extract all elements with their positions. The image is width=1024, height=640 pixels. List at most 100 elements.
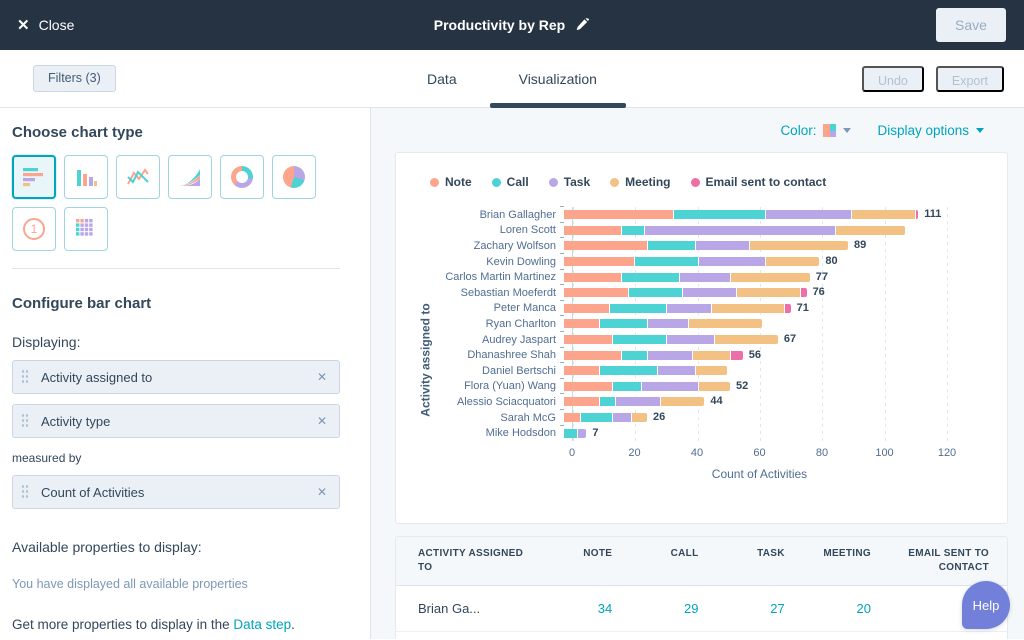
chart-type-donut[interactable] xyxy=(220,155,264,199)
bar-segment-call[interactable] xyxy=(634,257,698,266)
bar-segment-call[interactable] xyxy=(621,351,647,360)
legend-item[interactable]: Meeting xyxy=(610,175,670,189)
bar-segment-note[interactable] xyxy=(564,273,621,282)
bar-segment-meeting[interactable] xyxy=(835,226,905,235)
bar-segment-meeting[interactable] xyxy=(730,273,810,282)
stacked-bar[interactable]: 26 xyxy=(564,413,947,422)
bar-segment-call[interactable] xyxy=(599,397,615,406)
undo-button[interactable]: Undo xyxy=(862,66,924,92)
remove-chip-icon[interactable]: ✕ xyxy=(317,370,327,384)
bar-segment-task[interactable] xyxy=(647,319,688,328)
legend-item[interactable]: Call xyxy=(492,175,529,189)
legend-item[interactable]: Note xyxy=(430,175,472,189)
drag-handle-icon[interactable] xyxy=(21,484,29,500)
chart-type-vertical-bar[interactable] xyxy=(64,155,108,199)
chart-type-line[interactable] xyxy=(116,155,160,199)
bar-segment-task[interactable] xyxy=(647,351,692,360)
remove-chip-icon[interactable]: ✕ xyxy=(317,485,327,499)
color-dropdown[interactable]: Color: xyxy=(780,123,851,138)
bar-segment-task[interactable] xyxy=(679,273,730,282)
bar-segment-call[interactable] xyxy=(612,382,641,391)
bar-segment-task[interactable] xyxy=(666,335,714,344)
bar-segment-task[interactable] xyxy=(615,397,660,406)
bar-segment-meeting[interactable] xyxy=(711,304,784,313)
chart-type-kpi-number[interactable]: 1 xyxy=(12,207,56,251)
bar-segment-note[interactable] xyxy=(564,382,612,391)
bar-segment-task[interactable] xyxy=(666,304,711,313)
value-cell[interactable]: 7 xyxy=(630,632,716,639)
bar-segment-note[interactable] xyxy=(564,304,609,313)
bar-segment-call[interactable] xyxy=(564,429,577,438)
value-cell[interactable]: 27 xyxy=(717,586,803,631)
bar-segment-task[interactable] xyxy=(682,288,736,297)
stacked-bar[interactable] xyxy=(564,366,947,375)
bar-segment-meeting[interactable] xyxy=(698,382,730,391)
remove-chip-icon[interactable]: ✕ xyxy=(317,414,327,428)
bar-segment-call[interactable] xyxy=(612,335,666,344)
bar-segment-meeting[interactable] xyxy=(695,366,727,375)
bar-segment-meeting[interactable] xyxy=(688,319,761,328)
bar-segment-call[interactable] xyxy=(599,366,656,375)
bar-segment-meeting[interactable] xyxy=(749,241,848,250)
bar-segment-meeting[interactable] xyxy=(692,351,730,360)
chart-type-area[interactable] xyxy=(168,155,212,199)
bar-segment-email-sent-to-contact[interactable] xyxy=(784,304,790,313)
chart-type-horizontal-bar[interactable] xyxy=(12,155,56,199)
bar-segment-task[interactable] xyxy=(695,241,749,250)
bar-segment-note[interactable] xyxy=(564,366,599,375)
bar-segment-meeting[interactable] xyxy=(851,210,915,219)
stacked-bar[interactable]: 56 xyxy=(564,351,947,360)
bar-segment-task[interactable] xyxy=(657,366,695,375)
stacked-bar[interactable]: 7 xyxy=(564,429,947,438)
legend-item[interactable]: Email sent to contact xyxy=(691,175,827,189)
bar-segment-note[interactable] xyxy=(564,351,621,360)
bar-segment-call[interactable] xyxy=(628,288,682,297)
bar-segment-task[interactable] xyxy=(698,257,765,266)
stacked-bar[interactable]: 71 xyxy=(564,304,947,313)
measure-chip-count-of-activities[interactable]: Count of Activities ✕ xyxy=(12,475,340,509)
bar-segment-call[interactable] xyxy=(580,413,612,422)
filters-button[interactable]: Filters (3) xyxy=(33,65,116,92)
edit-title-icon[interactable] xyxy=(575,18,590,33)
bar-segment-call[interactable] xyxy=(599,319,647,328)
bar-segment-call[interactable] xyxy=(621,226,643,235)
bar-segment-task[interactable] xyxy=(577,429,587,438)
bar-segment-note[interactable] xyxy=(564,226,621,235)
bar-segment-email-sent-to-contact[interactable] xyxy=(800,288,806,297)
value-cell[interactable]: 34 xyxy=(544,586,630,631)
bar-segment-note[interactable] xyxy=(564,288,628,297)
bar-segment-note[interactable] xyxy=(564,319,599,328)
save-button[interactable]: Save xyxy=(936,8,1006,42)
value-cell[interactable]: 29 xyxy=(630,586,716,631)
tab-visualization[interactable]: Visualization xyxy=(490,50,626,107)
value-cell[interactable]: 22 xyxy=(803,632,889,639)
bar-segment-call[interactable] xyxy=(621,273,678,282)
value-cell[interactable] xyxy=(889,632,1007,639)
bar-segment-note[interactable] xyxy=(564,413,580,422)
close-button[interactable]: ✕ Close xyxy=(17,17,74,33)
stacked-bar[interactable] xyxy=(564,319,947,328)
help-button[interactable]: Help xyxy=(962,581,1010,629)
bar-segment-email-sent-to-contact[interactable] xyxy=(915,210,918,219)
bar-segment-meeting[interactable] xyxy=(736,288,800,297)
drag-handle-icon[interactable] xyxy=(21,413,29,429)
bar-segment-note[interactable] xyxy=(564,210,673,219)
stacked-bar[interactable]: 77 xyxy=(564,273,947,282)
chart-type-pivot-table[interactable] xyxy=(64,207,108,251)
bar-segment-call[interactable] xyxy=(647,241,695,250)
bar-segment-note[interactable] xyxy=(564,241,647,250)
bar-segment-task[interactable] xyxy=(765,210,851,219)
tab-data[interactable]: Data xyxy=(398,50,486,107)
bar-segment-task[interactable] xyxy=(612,413,631,422)
stacked-bar[interactable]: 67 xyxy=(564,335,947,344)
stacked-bar[interactable] xyxy=(564,226,947,235)
stacked-bar[interactable]: 44 xyxy=(564,397,947,406)
stacked-bar[interactable]: 111 xyxy=(564,210,947,219)
bar-segment-note[interactable] xyxy=(564,335,612,344)
data-step-link[interactable]: Data step xyxy=(233,617,291,632)
value-cell[interactable]: 20 xyxy=(803,586,889,631)
bar-segment-note[interactable] xyxy=(564,397,599,406)
stacked-bar[interactable]: 52 xyxy=(564,382,947,391)
bar-segment-meeting[interactable] xyxy=(631,413,647,422)
bar-segment-email-sent-to-contact[interactable] xyxy=(730,351,743,360)
